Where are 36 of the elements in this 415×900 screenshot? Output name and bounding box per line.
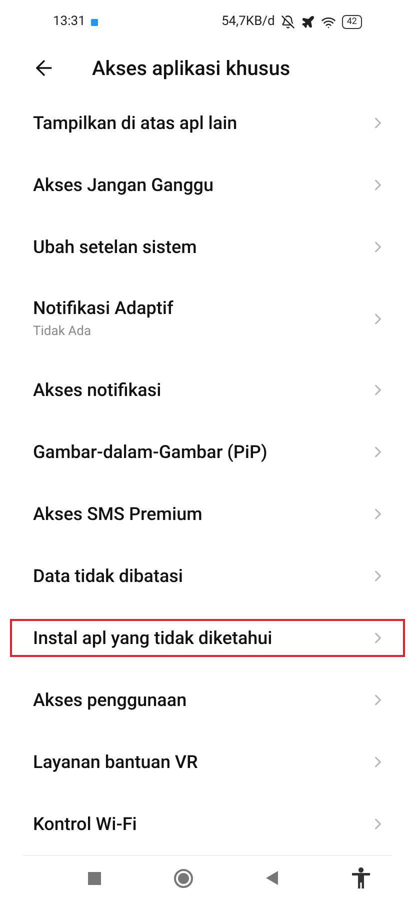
item-subtitle: Tidak Ada (33, 323, 92, 342)
network-speed: 54,7KB/d (221, 13, 275, 32)
bell-off-icon (280, 15, 295, 29)
item-label: Akses penggunaan (33, 688, 187, 712)
settings-item[interactable]: Ubah setelan sistem (0, 216, 415, 278)
settings-item[interactable]: Akses notifikasi (0, 359, 415, 421)
wifi-icon (320, 14, 336, 30)
settings-item[interactable]: Akses penggunaan (0, 669, 415, 731)
item-label: Akses SMS Premium (33, 502, 202, 526)
settings-item[interactable]: Notifikasi Adaptif Tidak Ada (0, 278, 415, 359)
settings-item[interactable]: Data tidak dibatasi (0, 545, 415, 607)
item-label: Tampilkan di atas apl lain (33, 112, 238, 136)
page-title: Akses aplikasi khusus (92, 55, 290, 82)
battery-icon: 42 (342, 15, 362, 29)
item-label: Instal apl yang tidak diketahui (33, 626, 272, 650)
settings-item[interactable]: Gambar-dalam-Gambar (PiP) (0, 421, 415, 483)
airplane-icon (300, 15, 315, 29)
settings-item[interactable]: Akses SMS Premium (0, 483, 415, 545)
settings-item[interactable]: Kontrol Wi-Fi (0, 793, 415, 855)
item-label: Gambar-dalam-Gambar (PiP) (33, 440, 268, 464)
item-label: Akses Jangan Ganggu (33, 174, 214, 198)
item-label: Ubah setelan sistem (33, 236, 197, 260)
notification-icon (91, 18, 98, 26)
status-time: 13:31 (53, 13, 86, 32)
settings-item[interactable]: Akses Jangan Ganggu (0, 154, 415, 216)
recents-button[interactable] (88, 872, 101, 884)
settings-item[interactable]: Tampilkan di atas apl lain (0, 92, 415, 154)
item-label: Notifikasi Adaptif (33, 297, 174, 322)
item-label: Kontrol Wi-Fi (33, 812, 137, 836)
item-label: Layanan bantuan VR (33, 750, 198, 774)
item-label: Akses notifikasi (33, 378, 162, 402)
settings-item[interactable]: Layanan bantuan VR (0, 731, 415, 793)
back-nav-button[interactable] (266, 871, 278, 885)
accessibility-icon[interactable] (351, 867, 371, 889)
item-label: Data tidak dibatasi (33, 564, 184, 588)
home-button[interactable] (174, 868, 193, 888)
